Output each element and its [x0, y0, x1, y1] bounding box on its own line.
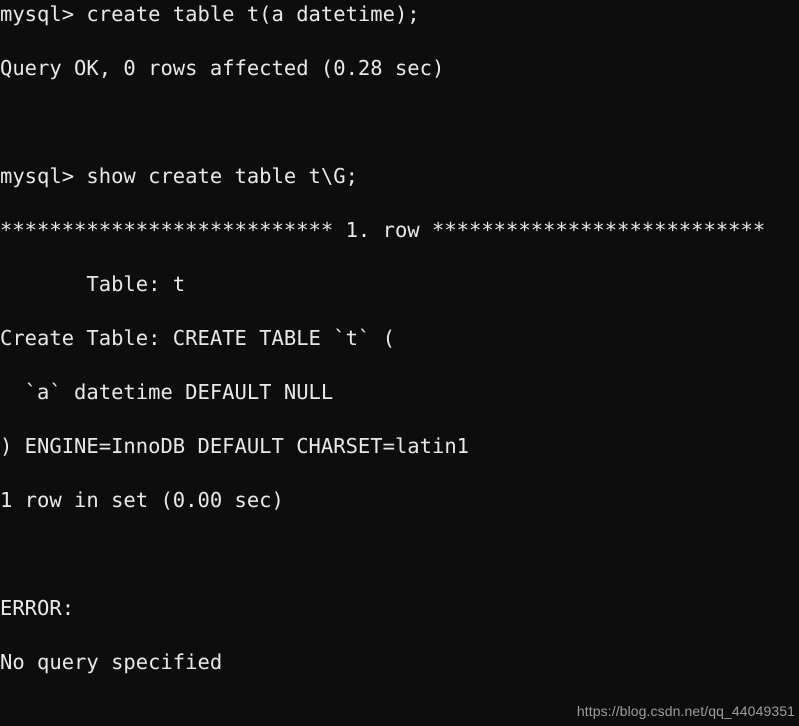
- terminal-line: Create Table: CREATE TABLE `t` (: [0, 326, 395, 350]
- watermark-url: https://blog.csdn.net/qq_44049351: [576, 703, 795, 719]
- terminal-line: *************************** 1. row *****…: [0, 218, 766, 242]
- terminal-line: `a` datetime DEFAULT NULL: [0, 380, 334, 404]
- terminal-line: Table: t: [0, 272, 186, 296]
- terminal-line: ERROR:: [0, 596, 75, 620]
- terminal-line: 1 row in set (0.00 sec): [0, 488, 284, 512]
- terminal-line: Query OK, 0 rows affected (0.28 sec): [0, 56, 445, 80]
- terminal-line: mysql> show create table t\G;: [0, 164, 358, 188]
- terminal-line: ) ENGINE=InnoDB DEFAULT CHARSET=latin1: [0, 434, 469, 458]
- terminal-line: No query specified: [0, 650, 223, 674]
- terminal-line: mysql> create table t(a datetime);: [0, 2, 420, 26]
- terminal-window[interactable]: mysql> create table t(a datetime); Query…: [0, 0, 799, 726]
- terminal-output[interactable]: mysql> create table t(a datetime); Query…: [0, 1, 799, 726]
